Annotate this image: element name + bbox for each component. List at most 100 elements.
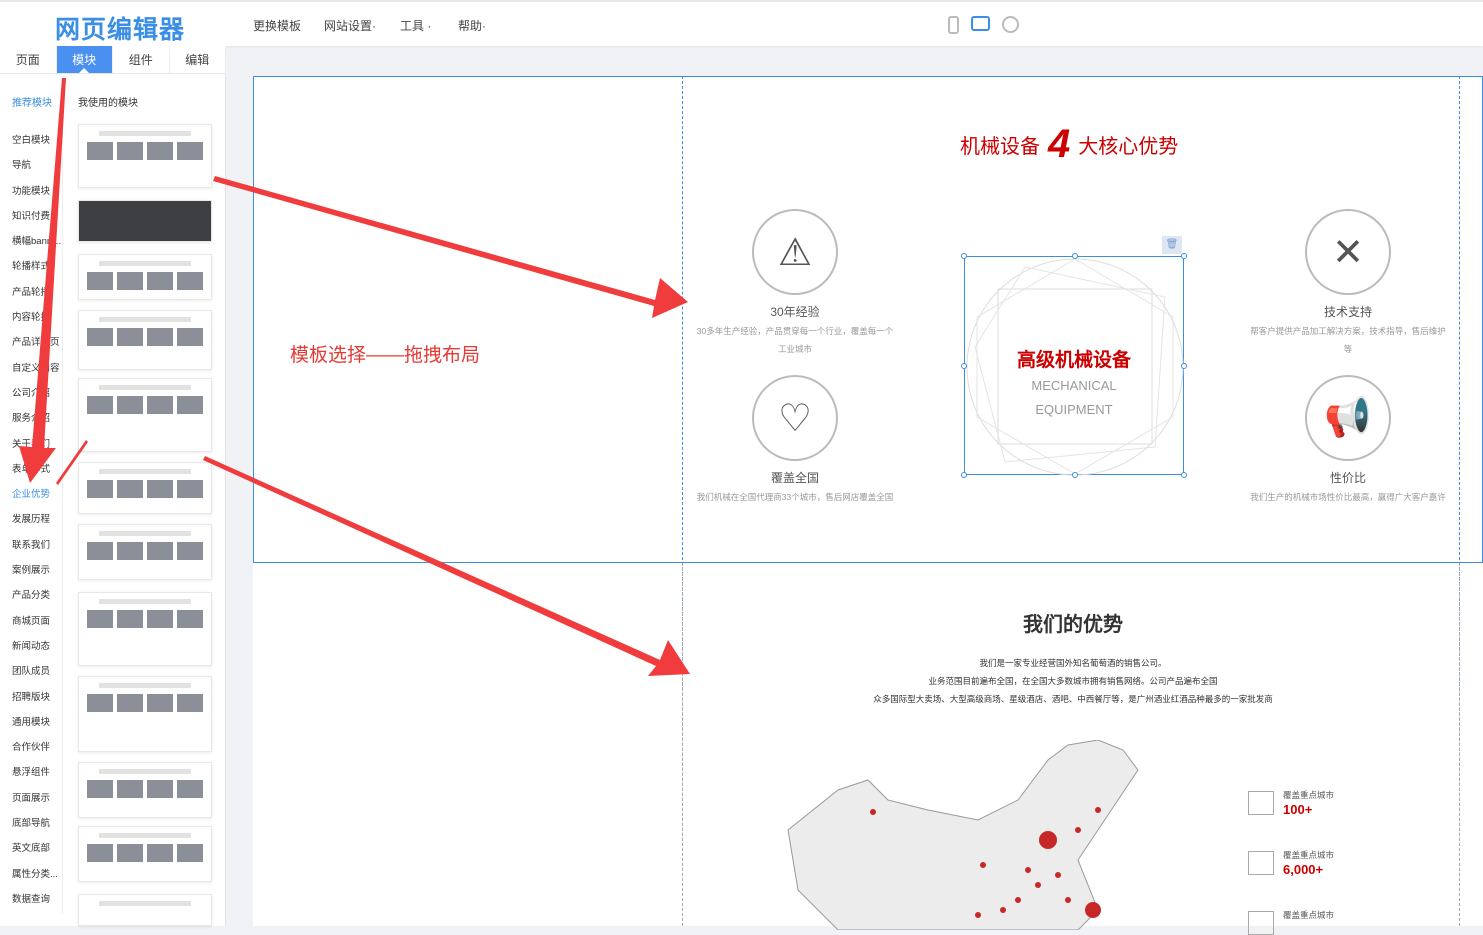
advantage-title: 我们的优势 <box>1023 614 1123 636</box>
advantage-line: 众多国际型大卖场、大型高级商场、星级酒店、酒吧、中西餐厅等，是广州酒业红酒品种最… <box>873 694 1273 704</box>
stat-label: 覆盖重点城市 <box>1283 850 1335 860</box>
category-item[interactable]: 数据查询 <box>12 891 64 916</box>
tools-triangle-icon: ⚠ <box>752 209 838 295</box>
category-item[interactable]: 悬浮组件 <box>12 764 64 789</box>
category-item[interactable]: 自定义内容 <box>12 360 64 385</box>
category-list: 空白模块 导航 功能模块 知识付费 横幅banner... 轮播样式 产品轮播 内容轮播 产品详… <box>12 132 64 916</box>
category-item[interactable]: 公司介绍 <box>12 385 64 410</box>
category-item[interactable]: 功能模块 <box>12 183 64 208</box>
category-item[interactable]: 横幅banner... <box>12 233 64 258</box>
feature-desc: 30多年生产经验，产品贯穿每一个行业，覆盖每一个工业城市 <box>696 326 894 354</box>
stat-label: 覆盖重点城市 <box>1283 910 1335 920</box>
resize-handle[interactable] <box>961 253 967 259</box>
feature-title: 30年经验 <box>770 305 820 319</box>
desktop-view-icon[interactable] <box>971 16 990 31</box>
category-item[interactable]: 服务介绍 <box>12 410 64 435</box>
template-thumbnail[interactable] <box>78 524 212 580</box>
template-thumbnail[interactable] <box>78 310 212 370</box>
link-icon[interactable] <box>1002 16 1019 33</box>
category-item[interactable]: 知识付费 <box>12 208 64 233</box>
category-item[interactable]: 合作伙伴 <box>12 739 64 764</box>
category-item[interactable]: 企业优势 <box>12 486 64 511</box>
category-item[interactable]: 属性分类... <box>12 866 64 891</box>
template-thumbnail[interactable] <box>78 894 212 926</box>
app-logo: 网页编辑器 <box>55 16 186 44</box>
category-item[interactable]: 联系我们 <box>12 537 64 562</box>
feature-title: 技术支持 <box>1323 305 1372 319</box>
template-thumbnail[interactable] <box>78 826 212 882</box>
template-thumbnail[interactable] <box>78 124 212 188</box>
category-item[interactable]: 页面展示 <box>12 790 64 815</box>
center-subtitle: MECHANICAL <box>1031 378 1117 393</box>
feature-title: 覆盖全国 <box>770 471 819 485</box>
category-item[interactable]: 发展历程 <box>12 511 64 536</box>
template-thumbnail[interactable] <box>78 676 212 752</box>
category-item[interactable]: 轮播样式 <box>12 258 64 283</box>
category-item[interactable]: 导航 <box>12 157 64 182</box>
title-pre: 机械设备 <box>960 136 1040 158</box>
category-item[interactable]: 底部导航 <box>12 815 64 840</box>
category-item[interactable]: 案例展示 <box>12 562 64 587</box>
tab-edit[interactable]: 编辑 <box>170 46 226 73</box>
wrench-icon: ✕ <box>1305 209 1391 295</box>
category-item[interactable]: 商城页面 <box>12 613 64 638</box>
category-item[interactable]: 产品详情页 <box>12 334 64 359</box>
stat-value: 100+ <box>1283 802 1313 817</box>
title-post: 大核心优势 <box>1078 136 1179 158</box>
category-item[interactable]: 内容轮播 <box>12 309 64 334</box>
feature-value[interactable]: 📢 性价比 我们生产的机械市场性价比最高，赢得广大客户嘉许 <box>1248 375 1448 506</box>
category-item[interactable]: 新闻动态 <box>12 638 64 663</box>
menu-tools[interactable]: 工具 · <box>400 17 431 34</box>
mobile-view-icon[interactable] <box>948 16 959 34</box>
resize-handle[interactable] <box>1072 253 1078 259</box>
category-item[interactable]: 表单样式 <box>12 461 64 486</box>
category-item[interactable]: 团队成员 <box>12 663 64 688</box>
template-thumbnail[interactable] <box>78 762 212 818</box>
feature-desc: 我们机械在全国代理商33个城市，售后网店覆盖全国 <box>696 492 894 502</box>
stat-label: 覆盖重点城市 <box>1283 790 1335 800</box>
delete-icon[interactable]: 🗑 <box>1162 236 1182 254</box>
building-icon <box>1248 791 1274 815</box>
center-title: 高级机械设备 <box>1016 350 1131 371</box>
advantage-line: 业务范围目前遍布全国，在全国大多数城市拥有销售网络。公司产品遍布全国 <box>928 676 1218 686</box>
resize-handle[interactable] <box>1072 472 1078 478</box>
menu-change-template[interactable]: 更换模板 <box>253 17 301 34</box>
advantage-line: 我们是一家专业经营国外知名葡萄酒的销售公司。 <box>979 658 1167 668</box>
menu-help[interactable]: 帮助· <box>458 17 486 34</box>
tab-modules[interactable]: 模块 <box>56 46 113 73</box>
megaphone-icon: 📢 <box>1305 375 1391 461</box>
subtab-recommended[interactable]: 推荐模块 <box>12 94 52 109</box>
category-item[interactable]: 关于我们 <box>12 436 64 461</box>
category-item[interactable]: 产品轮播 <box>12 284 64 309</box>
category-item[interactable]: 英文底部 <box>12 840 64 865</box>
resize-handle[interactable] <box>1181 472 1187 478</box>
heart-icon: ♡ <box>752 375 838 461</box>
template-thumbnail[interactable] <box>78 200 212 242</box>
section-title: 机械设备 4 大核心优势 <box>960 122 1178 167</box>
top-header: 网页编辑器 更换模板 网站设置· 工具 · 帮助· <box>0 0 1483 46</box>
template-thumbnail[interactable] <box>78 254 212 300</box>
subtab-my-modules[interactable]: 我使用的模块 <box>78 94 138 109</box>
resize-handle[interactable] <box>1181 363 1187 369</box>
category-item[interactable]: 通用模块 <box>12 714 64 739</box>
feature-experience[interactable]: ⚠ 30年经验 30多年生产经验，产品贯穿每一个行业，覆盖每一个工业城市 <box>695 209 895 358</box>
feature-coverage[interactable]: ♡ 覆盖全国我们机械在全国代理商33个城市，售后网店覆盖全国 <box>695 375 895 506</box>
panel-tabs: 页面 模块 组件 编辑 <box>0 46 226 74</box>
china-map <box>787 740 1139 930</box>
title-number: 4 <box>1048 122 1071 166</box>
category-item[interactable]: 招聘版块 <box>12 689 64 714</box>
feature-support[interactable]: ✕ 技术支持 帮客户提供产品加工解决方案，技术指导，售后维护等 <box>1248 209 1448 358</box>
category-item[interactable]: 产品分类 <box>12 587 64 612</box>
tab-components[interactable]: 组件 <box>113 46 170 73</box>
center-emblem[interactable]: 高级机械设备 MECHANICAL EQUIPMENT <box>961 253 1187 478</box>
resize-handle[interactable] <box>961 472 967 478</box>
menu-site-settings[interactable]: 网站设置· <box>324 17 376 34</box>
tab-page[interactable]: 页面 <box>0 46 57 73</box>
feature-title: 性价比 <box>1329 471 1366 485</box>
resize-handle[interactable] <box>961 363 967 369</box>
annotation-label: 模板选择——拖拽布局 <box>290 345 481 366</box>
template-thumbnail[interactable] <box>78 592 212 666</box>
category-item[interactable]: 空白模块 <box>12 132 64 157</box>
template-thumbnail[interactable] <box>78 462 212 514</box>
template-thumbnail[interactable] <box>78 378 212 452</box>
